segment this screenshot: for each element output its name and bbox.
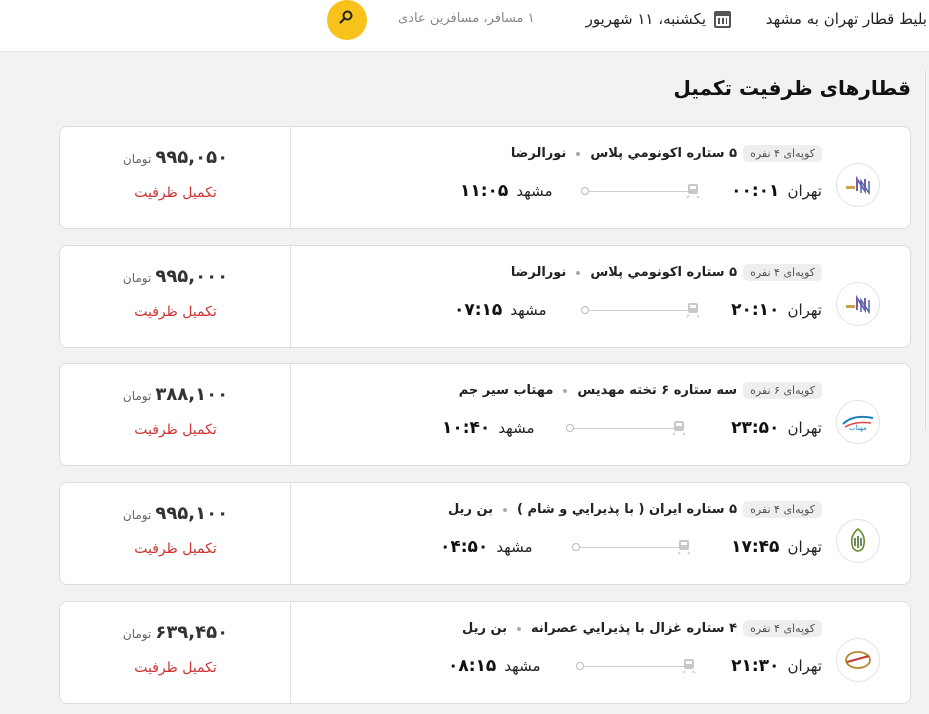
destination-city: مشهد [516, 182, 553, 200]
train-icon [686, 303, 700, 318]
separator-dot [576, 151, 581, 156]
section-title: قطارهای ظرفیت تکمیل [673, 76, 911, 100]
status-label: تکمیل ظرفیت [134, 304, 217, 320]
date-text: یکشنبه، ۱۱ شهریور [585, 10, 706, 28]
route-line [576, 662, 685, 670]
company-name: بن ریل [461, 621, 508, 636]
company-name: بن ریل [447, 502, 494, 517]
arrival-time: ۰۷:۱۵ [454, 300, 503, 320]
departure-time: ۰۰:۰۱ [731, 181, 780, 201]
status-label: تکمیل ظرفیت [134, 541, 217, 557]
route-line [572, 543, 681, 551]
price-amount: ۳۸۸,۱۰۰ [155, 384, 229, 405]
status-label: تکمیل ظرفیت [134, 660, 217, 676]
top-bar: بلیط قطار تهران به مشهد یکشنبه، ۱۱ شهریو… [0, 0, 929, 52]
svg-text:مهتاب: مهتاب [849, 424, 867, 432]
coupe-badge: کوپه‌ای ۴ نفره [743, 620, 822, 637]
price-column: ۹۹۵,۰۵۰تومان تکمیل ظرفیت [60, 127, 291, 228]
nooralreza-logo [836, 163, 880, 207]
destination-city: مشهد [496, 538, 533, 556]
separator-dot [503, 507, 508, 512]
arrival-time: ۱۱:۰۵ [460, 181, 509, 201]
price-unit: تومان [122, 508, 152, 522]
separator-dot [563, 388, 568, 393]
status-label: تکمیل ظرفیت [134, 185, 217, 201]
route-title[interactable]: بلیط قطار تهران به مشهد [766, 10, 927, 28]
separator-dot [576, 270, 581, 275]
price-unit: تومان [122, 152, 152, 166]
passenger-selector[interactable]: ۱ مسافر، مسافرین عادی [398, 11, 535, 26]
origin-city: تهران [787, 301, 822, 319]
status-label: تکمیل ظرفیت [134, 422, 217, 438]
origin-city: تهران [787, 657, 822, 675]
price-column: ۶۳۹,۴۵۰تومان تکمیل ظرفیت [60, 602, 291, 703]
departure-time: ۲۰:۱۰ [731, 300, 780, 320]
price-column: ۳۸۸,۱۰۰تومان تکمیل ظرفیت [60, 364, 291, 465]
train-card[interactable]: ۶۳۹,۴۵۰تومان تکمیل ظرفیت کوپه‌ای ۴ نفره … [59, 601, 911, 704]
departure-time: ۱۷:۴۵ [731, 537, 780, 557]
ghazal-logo [836, 638, 880, 682]
search-icon [339, 10, 353, 24]
price-unit: تومان [122, 271, 152, 285]
train-name: ۵ ستاره ایران ( با پذيرايي و شام ) [517, 502, 738, 517]
arrival-time: ۰۴:۵۰ [440, 537, 489, 557]
coupe-badge: کوپه‌ای ۴ نفره [743, 145, 822, 162]
train-name: سه ستاره ۶ تخته مهدیس [577, 383, 738, 398]
train-card[interactable]: ۳۸۸,۱۰۰تومان تکمیل ظرفیت مهتاب کوپه‌ای ۶… [59, 363, 911, 466]
train-icon [672, 421, 686, 436]
route-line [581, 306, 690, 314]
mahtab-logo: مهتاب [836, 400, 880, 444]
arrival-time: ۰۸:۱۵ [448, 656, 497, 676]
origin-city: تهران [787, 182, 822, 200]
company-name: نورالرضا [510, 146, 567, 161]
company-name: مهتاب سیر جم [458, 383, 554, 398]
price-amount: ۹۹۵,۱۰۰ [155, 503, 229, 524]
price-unit: تومان [122, 627, 152, 641]
price-amount: ۹۹۵,۰۵۰ [155, 147, 229, 168]
origin-city: تهران [787, 538, 822, 556]
train-name: ۴ ستاره غزال با پذيرايي عصرانه [531, 621, 738, 636]
search-button[interactable] [327, 0, 367, 40]
train-icon [682, 659, 696, 674]
departure-time: ۲۱:۳۰ [731, 656, 780, 676]
nooralreza-logo [836, 282, 880, 326]
coupe-badge: کوپه‌ای ۴ نفره [743, 501, 822, 518]
price-unit: تومان [122, 389, 152, 403]
price-column: ۹۹۵,۰۰۰تومان تکمیل ظرفیت [60, 246, 291, 347]
coupe-badge: کوپه‌ای ۶ نفره [743, 382, 822, 399]
route-line [566, 424, 675, 432]
train-card[interactable]: ۹۹۵,۰۵۰تومان تکمیل ظرفیت کوپه‌ای ۴ نفره … [59, 126, 911, 229]
company-name: نورالرضا [510, 265, 567, 280]
calendar-icon [714, 10, 731, 28]
train-name: ۵ ستاره اکونومي پلاس [590, 265, 738, 280]
separator-dot [517, 626, 522, 631]
destination-city: مشهد [498, 419, 535, 437]
train-icon [686, 184, 700, 199]
scrollbar[interactable] [925, 70, 929, 430]
destination-city: مشهد [504, 657, 541, 675]
price-amount: ۹۹۵,۰۰۰ [155, 266, 229, 287]
train-card[interactable]: ۹۹۵,۰۰۰تومان تکمیل ظرفیت کوپه‌ای ۴ نفره … [59, 245, 911, 348]
route-line [581, 187, 690, 195]
train-card[interactable]: ۹۹۵,۱۰۰تومان تکمیل ظرفیت کوپه‌ای ۴ نفره … [59, 482, 911, 585]
origin-city: تهران [787, 419, 822, 437]
coupe-badge: کوپه‌ای ۴ نفره [743, 264, 822, 281]
bonrail-logo [836, 519, 880, 563]
train-icon [677, 540, 691, 555]
destination-city: مشهد [510, 301, 547, 319]
date-selector[interactable]: یکشنبه، ۱۱ شهریور [586, 10, 731, 28]
price-amount: ۶۳۹,۴۵۰ [155, 622, 229, 643]
arrival-time: ۱۰:۴۰ [442, 418, 491, 438]
departure-time: ۲۳:۵۰ [731, 418, 780, 438]
train-name: ۵ ستاره اکونومي پلاس [590, 146, 738, 161]
price-column: ۹۹۵,۱۰۰تومان تکمیل ظرفیت [60, 483, 291, 584]
